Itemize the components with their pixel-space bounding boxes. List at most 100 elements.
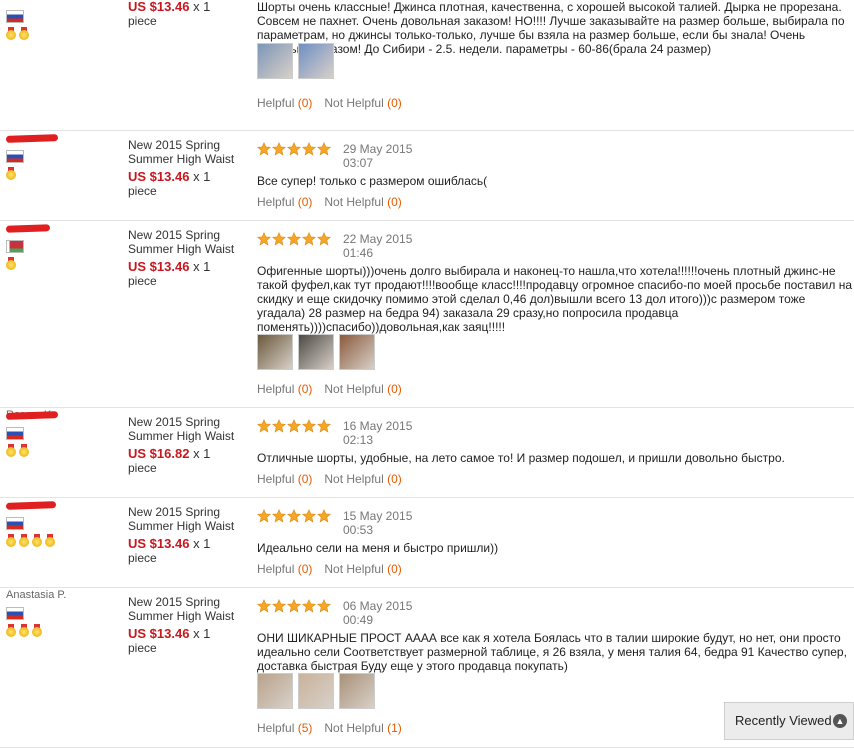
product-name[interactable]: New 2015 Spring Summer High Waist: [128, 228, 246, 256]
review-photo-thumbnail[interactable]: [257, 334, 293, 370]
star-rating: [257, 232, 331, 246]
helpful-button[interactable]: Helpful (0): [257, 472, 312, 486]
review-row: New 2015 Spring Summer High Waist US $13.…: [0, 130, 854, 221]
not-helpful-count: (0): [387, 382, 402, 396]
reviewer-name[interactable]: [6, 0, 116, 6]
review-photos: [257, 334, 375, 370]
country-flag-icon: [6, 427, 24, 440]
review-photo-thumbnail[interactable]: [298, 673, 334, 709]
reviewer-name[interactable]: Rosma K.: [6, 409, 116, 423]
star-icon: [272, 599, 286, 613]
review-photo-thumbnail[interactable]: [339, 334, 375, 370]
buyer-level-medals: [6, 257, 116, 270]
review-header: 22 May 2015 01:46: [257, 232, 557, 262]
reviewer-name[interactable]: Anastasia P.: [6, 589, 116, 603]
medal-icon: [6, 27, 16, 40]
medal-icon: [6, 257, 16, 270]
helpful-count: (0): [297, 195, 313, 209]
redaction-mark: [6, 501, 57, 510]
unit-label: piece: [128, 641, 157, 655]
chevron-up-icon[interactable]: ▲: [833, 714, 847, 728]
helpful-label: Helpful: [257, 96, 295, 110]
review-time: 00:53: [343, 523, 374, 537]
helpful-button[interactable]: Helpful (0): [257, 562, 312, 576]
medal-icon: [19, 534, 29, 547]
review-time: 00:49: [343, 613, 374, 627]
review-row: Rosma K. New 2015 Spring Summer High Wais…: [0, 407, 854, 498]
medal-icon: [45, 534, 55, 547]
medal-icon: [32, 624, 42, 637]
star-icon: [272, 509, 286, 523]
quantity: x 1: [193, 446, 211, 461]
buyer-level-medals: [6, 444, 116, 457]
review-photo-thumbnail[interactable]: [257, 43, 293, 79]
helpful-button[interactable]: Helpful (0): [257, 195, 312, 209]
helpful-button[interactable]: Helpful (5): [257, 721, 312, 735]
reviewer-info: [6, 499, 116, 547]
not-helpful-count: (0): [387, 195, 402, 209]
star-icon: [317, 599, 331, 613]
not-helpful-label: Not Helpful: [324, 382, 384, 396]
quantity: x 1: [193, 0, 211, 14]
recently-viewed-label: Recently Viewed: [735, 713, 832, 728]
not-helpful-button[interactable]: Not Helpful (0): [324, 382, 401, 396]
reviewer-name[interactable]: [6, 499, 116, 513]
country-flag-icon: [6, 517, 24, 530]
product-name[interactable]: New 2015 Spring Summer High Waist: [128, 595, 246, 623]
review-date: 22 May 2015 01:46: [343, 232, 412, 260]
star-icon: [302, 142, 316, 156]
product-name[interactable]: New 2015 Spring Summer High Waist: [128, 138, 246, 166]
product-name[interactable]: New 2015 Spring Summer High Waist: [128, 505, 246, 533]
not-helpful-button[interactable]: Not Helpful (0): [324, 472, 401, 486]
not-helpful-button[interactable]: Not Helpful (1): [324, 721, 401, 735]
review-date-day: 15 May 2015: [343, 509, 413, 523]
helpful-count: (0): [297, 562, 313, 576]
helpful-label: Helpful: [257, 562, 295, 576]
review-text: Идеально сели на меня и быстро пришли)): [257, 541, 499, 555]
review-photo-thumbnail[interactable]: [298, 334, 334, 370]
star-icon: [257, 509, 271, 523]
star-rating: [257, 142, 331, 156]
medal-icon: [32, 534, 42, 547]
not-helpful-button[interactable]: Not Helpful (0): [324, 195, 401, 209]
not-helpful-button[interactable]: Not Helpful (0): [324, 562, 401, 576]
star-icon: [287, 599, 301, 613]
product-name[interactable]: New 2015 Spring Summer High Waist: [128, 415, 246, 443]
star-icon: [317, 509, 331, 523]
review-photo-thumbnail[interactable]: [257, 673, 293, 709]
reviewer-info: [6, 0, 116, 40]
reviewer-name[interactable]: [6, 222, 116, 236]
unit-label: piece: [128, 274, 157, 288]
recently-viewed-tab[interactable]: Recently Viewed ▲: [724, 702, 854, 740]
helpful-votes: Helpful (0) Not Helpful (0): [257, 96, 402, 110]
helpful-label: Helpful: [257, 382, 295, 396]
not-helpful-button[interactable]: Not Helpful (0): [324, 96, 401, 110]
price-value: US $13.46: [128, 536, 190, 551]
buyer-level-medals: [6, 534, 116, 547]
not-helpful-count: (1): [387, 721, 402, 735]
not-helpful-label: Not Helpful: [324, 195, 384, 209]
star-icon: [317, 419, 331, 433]
star-icon: [272, 419, 286, 433]
helpful-button[interactable]: Helpful (0): [257, 96, 312, 110]
reviewer-name[interactable]: [6, 132, 116, 146]
review-text: Отличные шорты, удобные, на лето самое т…: [257, 451, 785, 465]
review-text: Шорты очень классные! Джинса плотная, ка…: [257, 0, 845, 56]
review-photos: [257, 673, 375, 709]
unit-label: piece: [128, 551, 157, 565]
review-photo-thumbnail[interactable]: [298, 43, 334, 79]
review-row: US $13.46 x 1 piece Шорты очень классные! …: [0, 0, 854, 131]
review-photo-thumbnail[interactable]: [339, 673, 375, 709]
unit-label: piece: [128, 14, 157, 28]
quantity: x 1: [193, 626, 211, 641]
review-content: 16 May 2015 02:13 Отличные шорты, удобные,…: [257, 407, 852, 497]
review-row: New 2015 Spring Summer High Waist US $13.…: [0, 220, 854, 408]
buyer-level-medals: [6, 624, 116, 637]
review-header: 16 May 2015 02:13: [257, 419, 557, 449]
price-value: US $13.46: [128, 626, 190, 641]
helpful-button[interactable]: Helpful (0): [257, 382, 312, 396]
star-icon: [257, 142, 271, 156]
not-helpful-count: (0): [387, 472, 402, 486]
price-value: US $13.46: [128, 259, 190, 274]
medal-icon: [6, 624, 16, 637]
